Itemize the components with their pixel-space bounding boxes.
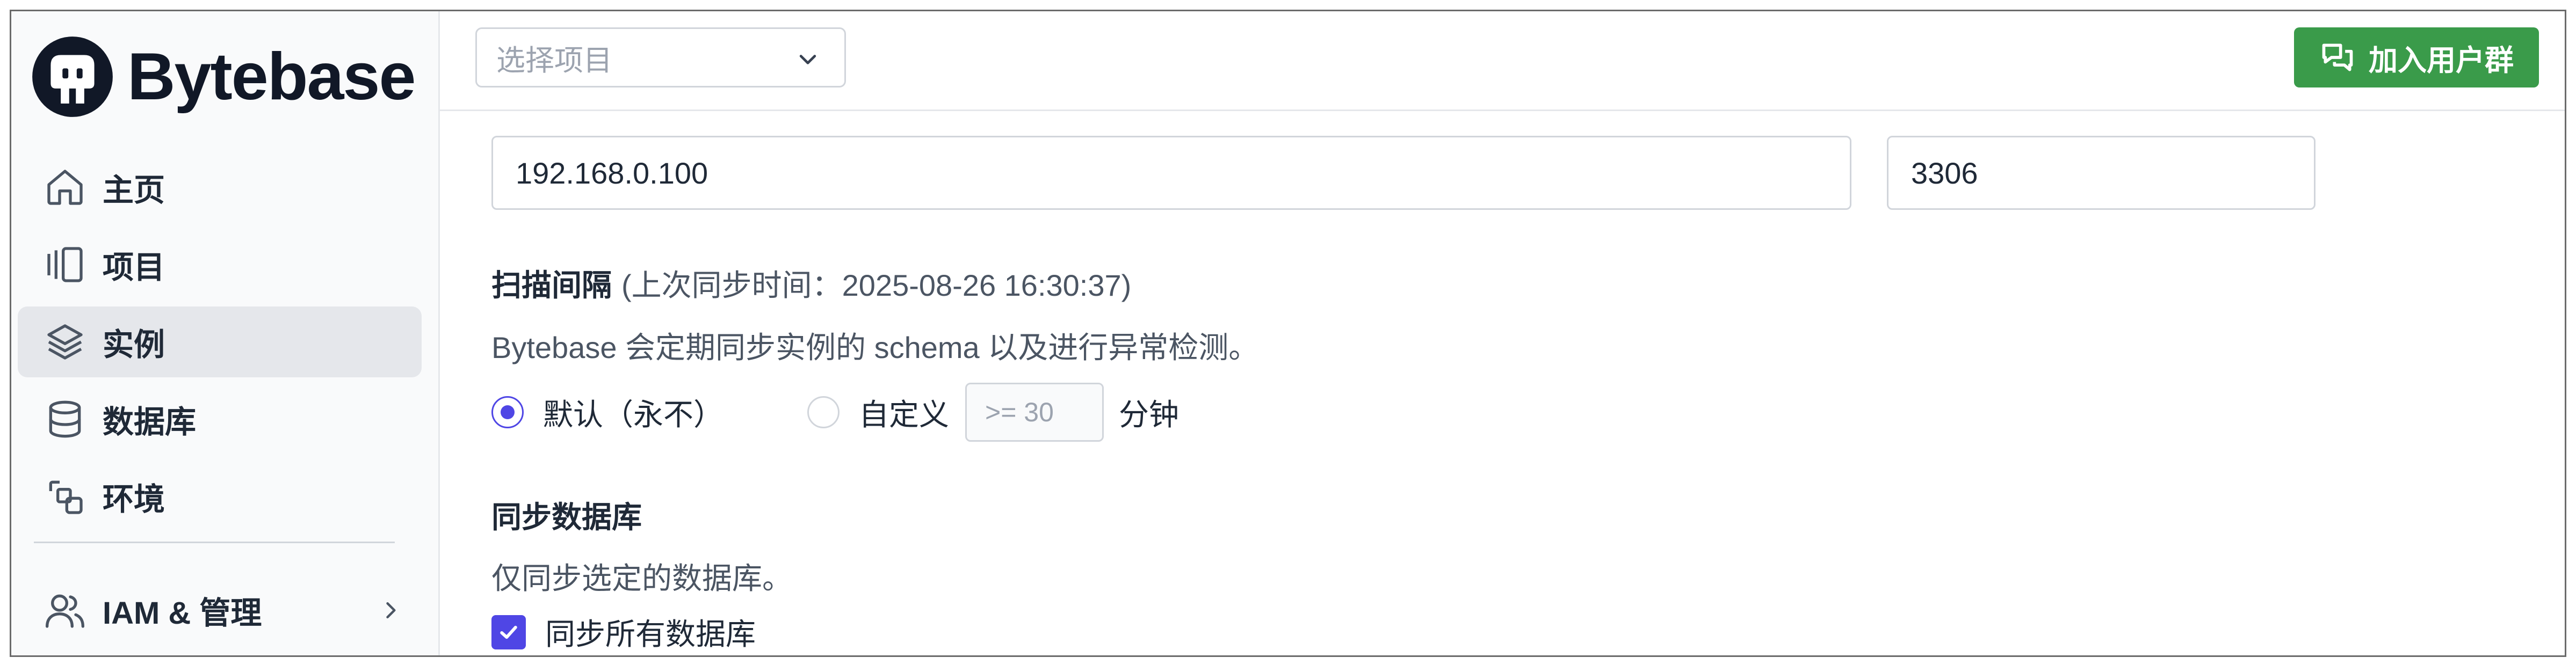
radio-default-label[interactable]: 默认（永不）: [543, 391, 723, 434]
last-sync-time: (上次同步时间：2025-08-26 16:30:37): [621, 268, 1132, 302]
radio-custom-label[interactable]: 自定义: [859, 391, 949, 434]
project-select[interactable]: 选择项目: [475, 27, 846, 87]
check-icon: [500, 625, 517, 639]
bytebase-logo-icon: [32, 36, 113, 117]
scan-interval-options: 默认（永不） 自定义 >= 30 分钟: [491, 383, 1179, 442]
layers-icon: [47, 324, 83, 360]
sidebar-item-label: IAM & 管理: [103, 596, 262, 631]
sync-all-row: 同步所有数据库: [491, 610, 756, 654]
main-content: 192.168.0.100 3306 扫描间隔 (上次同步时间：2025-08-2…: [440, 111, 2565, 655]
scan-interval-description: Bytebase 会定期同步实例的 schema 以及进行异常检测。: [491, 331, 1259, 364]
sidebar-item-label: 环境: [103, 482, 165, 517]
sidebar-item-environments[interactable]: 环境: [18, 461, 422, 532]
chevron-right-icon: [386, 602, 396, 619]
sync-all-label[interactable]: 同步所有数据库: [545, 610, 756, 654]
join-button-label: 加入用户群: [2369, 44, 2514, 77]
sync-databases-title: 同步数据库: [491, 500, 642, 534]
sync-all-checkbox[interactable]: [491, 615, 526, 649]
sidebar-divider: [34, 542, 395, 543]
sidebar-item-label: 主页: [103, 173, 165, 208]
radio-default[interactable]: [491, 396, 524, 428]
sidebar-item-label: 项目: [103, 250, 165, 285]
scan-interval-heading: 扫描间隔: [491, 268, 612, 302]
sidebar-item-label: 数据库: [103, 405, 197, 440]
sidebar-item-databases[interactable]: 数据库: [18, 384, 422, 455]
host-input[interactable]: 192.168.0.100: [491, 136, 1851, 210]
sidebar-item-iam-admin[interactable]: IAM & 管理: [18, 575, 422, 646]
project-select-placeholder: 选择项目: [496, 44, 612, 77]
radio-custom[interactable]: [807, 396, 840, 428]
interval-unit: 分钟: [1119, 397, 1179, 432]
sidebar-item-instances[interactable]: 实例: [18, 306, 422, 377]
scan-interval-title: 扫描间隔 (上次同步时间：2025-08-26 16:30:37): [491, 261, 1131, 305]
brand-name: Bytebase: [127, 40, 416, 114]
project-icon: [47, 247, 83, 282]
sync-databases-description: 仅同步选定的数据库。: [491, 561, 792, 595]
sidebar: Bytebase 主页 项目 实例 数据库 环境 IAM & 管理: [11, 11, 440, 655]
users-icon: [46, 594, 84, 628]
home-icon: [47, 170, 83, 205]
app-window: Bytebase 主页 项目 实例 数据库 环境 IAM & 管理 选择项目 加…: [10, 10, 2566, 657]
logo[interactable]: Bytebase: [31, 34, 416, 120]
top-header: 选择项目 加入用户群: [440, 11, 2565, 111]
port-input[interactable]: 3306: [1887, 136, 2315, 210]
sidebar-item-label: 实例: [103, 327, 165, 362]
sidebar-item-projects[interactable]: 项目: [18, 229, 422, 300]
environment-icon: [49, 480, 83, 514]
chat-icon: [2322, 43, 2353, 71]
custom-interval-input[interactable]: >= 30: [965, 383, 1104, 442]
sidebar-item-home[interactable]: 主页: [18, 152, 422, 223]
chevron-down-icon: [799, 55, 816, 64]
join-user-group-button[interactable]: 加入用户群: [2294, 27, 2539, 87]
database-icon: [49, 400, 81, 438]
